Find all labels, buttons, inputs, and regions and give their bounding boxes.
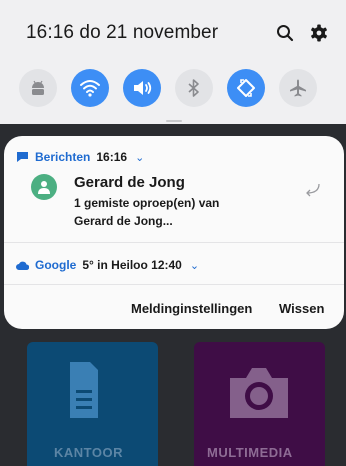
- quick-toggles: [19, 69, 317, 107]
- notification-card: Berichten 16:16 ⌄ Gerard de Jong 1 gemis…: [4, 136, 344, 329]
- status-row: 16:16 do 21 november: [26, 21, 328, 45]
- divider: [4, 284, 344, 285]
- airplane-icon: [290, 79, 306, 97]
- notification-settings-button[interactable]: Meldinginstellingen: [131, 301, 252, 316]
- reply-icon[interactable]: [302, 182, 322, 198]
- chevron-down-icon[interactable]: ⌄: [135, 151, 144, 164]
- search-icon[interactable]: [276, 24, 294, 42]
- avatar: [31, 174, 57, 200]
- volume-icon: [134, 81, 152, 95]
- kantoor-label: KANTOOR: [54, 445, 123, 460]
- clear-button[interactable]: Wissen: [279, 301, 324, 316]
- weather-notification[interactable]: Google 5° in Heiloo 12:40 ⌄: [16, 258, 199, 272]
- message-icon: [17, 152, 28, 162]
- notification-header[interactable]: Berichten 16:16 ⌄: [16, 150, 144, 164]
- weather-text: 5° in Heiloo 12:40: [82, 258, 182, 272]
- auto-rotate-toggle[interactable]: [227, 69, 265, 107]
- multimedia-label: MULTIMEDIA: [207, 445, 293, 460]
- notification-sender[interactable]: Gerard de Jong: [74, 174, 185, 191]
- gear-icon[interactable]: [310, 24, 328, 42]
- bluetooth-toggle[interactable]: [175, 69, 213, 107]
- sound-toggle[interactable]: [123, 69, 161, 107]
- android-toggle[interactable]: [19, 69, 57, 107]
- bluetooth-icon: [188, 79, 199, 97]
- notification-message-line2: Gerard de Jong...: [74, 214, 173, 228]
- android-icon: [32, 80, 44, 95]
- time-date: 16:16 do 21 november: [26, 22, 219, 43]
- notification-time: 16:16: [96, 150, 128, 164]
- divider: [4, 242, 344, 243]
- weather-app-name: Google: [35, 258, 77, 272]
- wifi-icon: [80, 80, 100, 97]
- notification-app-name: Berichten: [35, 150, 91, 164]
- panel-drag-handle[interactable]: [166, 120, 182, 122]
- camera-icon: [230, 368, 288, 418]
- rotate-icon: [237, 79, 255, 97]
- notification-message-line1: 1 gemiste oproep(en) van: [74, 196, 220, 210]
- person-icon: [38, 181, 50, 194]
- cloud-icon: [16, 261, 29, 270]
- chevron-down-icon[interactable]: ⌄: [190, 259, 199, 272]
- wifi-toggle[interactable]: [71, 69, 109, 107]
- document-icon: [70, 362, 98, 418]
- airplane-mode-toggle[interactable]: [279, 69, 317, 107]
